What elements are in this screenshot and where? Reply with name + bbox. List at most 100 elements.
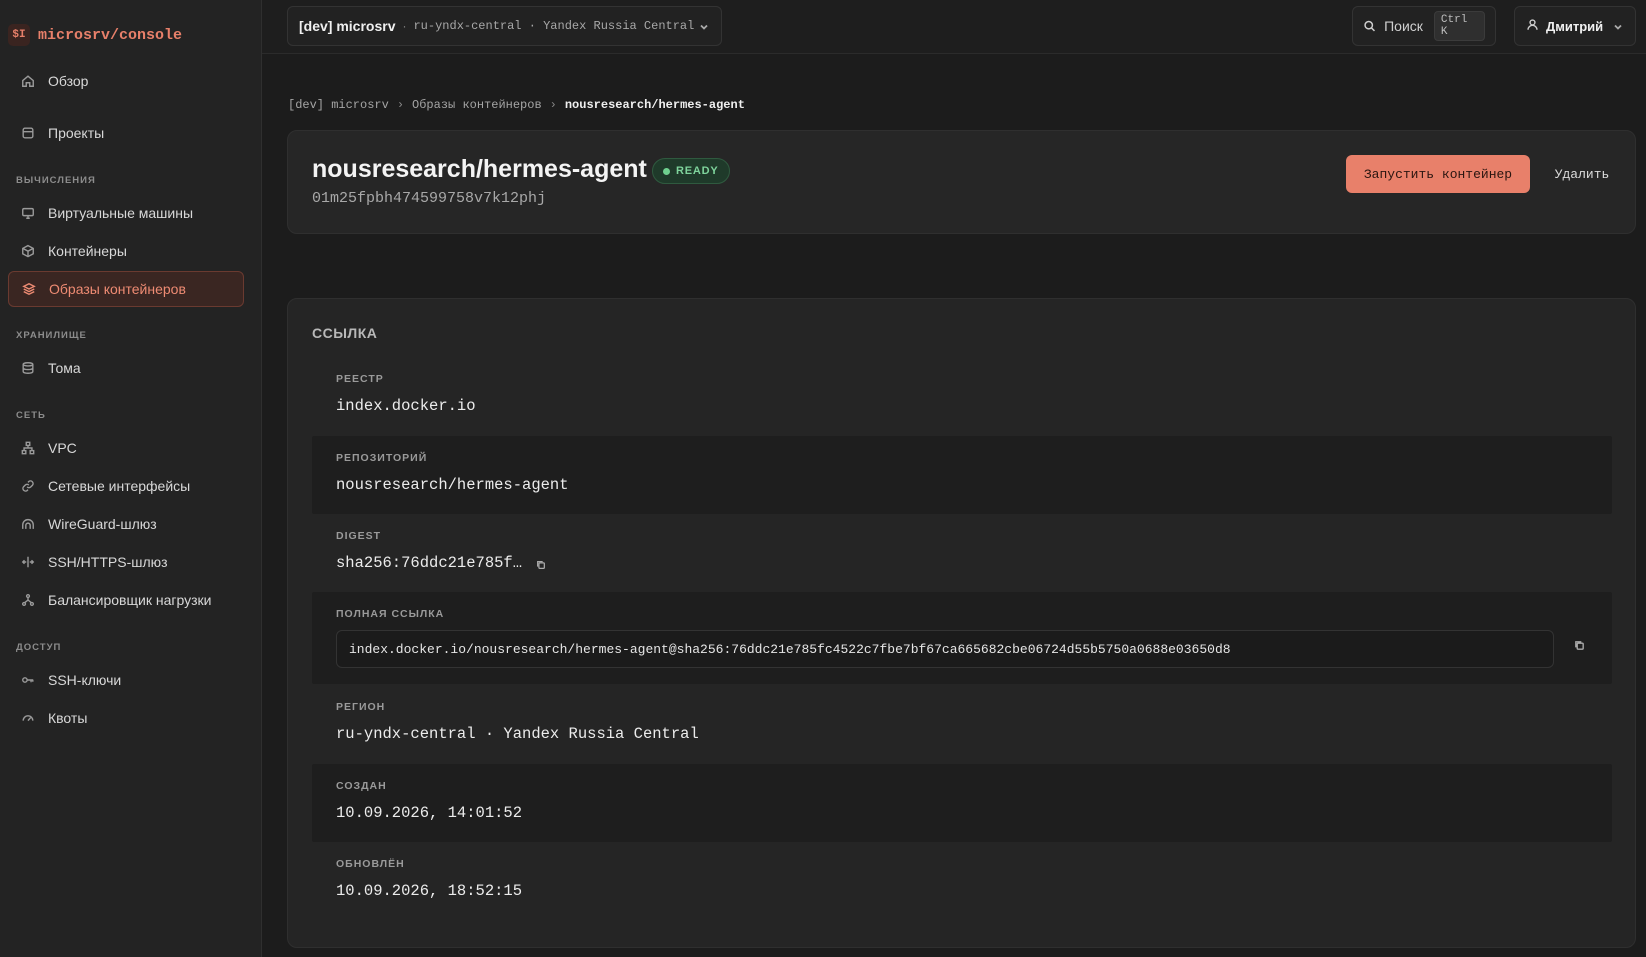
search-label: Поиск xyxy=(1384,18,1423,34)
breadcrumb-separator: › xyxy=(549,98,557,112)
breadcrumb: [dev] microsrv › Образы контейнеров › no… xyxy=(288,98,745,112)
sidebar-item-vpc[interactable]: VPC xyxy=(8,430,244,466)
sidebar-item-wireguard[interactable]: WireGuard-шлюз xyxy=(8,506,244,542)
user-icon xyxy=(1526,18,1546,34)
sidebar-item-vms[interactable]: Виртуальные машины xyxy=(8,195,244,231)
detail-row-full-reference: ПОЛНАЯ ССЫЛКА index.docker.io/nousresear… xyxy=(312,592,1612,684)
sidebar-item-label: Контейнеры xyxy=(48,243,127,259)
search-button[interactable]: Поиск Ctrl K xyxy=(1352,6,1496,46)
region-value: ru-yndx-central · Yandex Russia Central xyxy=(336,725,699,743)
project-region: ru-yndx-central · Yandex Russia Central xyxy=(413,19,695,33)
detail-label: РЕЕСТР xyxy=(336,373,384,385)
sidebar-item-volumes[interactable]: Тома xyxy=(8,350,244,386)
brand-name: microsrv/console xyxy=(38,26,183,44)
section-label-compute: ВЫЧИСЛЕНИЯ xyxy=(16,175,96,186)
detail-label: DIGEST xyxy=(336,530,382,542)
box-icon xyxy=(20,243,36,259)
layers-icon xyxy=(21,281,37,297)
detail-row-created: СОЗДАН 10.09.2026, 14:01:52 xyxy=(312,764,1612,842)
status-dot xyxy=(663,167,670,175)
split-icon xyxy=(20,592,36,608)
breadcrumb-container-images[interactable]: Образы контейнеров xyxy=(412,98,542,112)
detail-label: РЕГИОН xyxy=(336,701,386,713)
reference-card: ССЫЛКА РЕЕСТР index.docker.io РЕПОЗИТОРИ… xyxy=(287,298,1636,948)
status-text: READY xyxy=(676,165,719,177)
digest-value-wrap: sha256:76ddc21e785f… xyxy=(336,554,548,572)
delete-button[interactable]: Удалить xyxy=(1542,155,1622,193)
breadcrumb-separator: › xyxy=(396,98,405,112)
detail-label: СОЗДАН xyxy=(336,780,387,792)
folder-icon xyxy=(20,125,36,141)
sidebar-item-load-balancer[interactable]: Балансировщик нагрузки xyxy=(8,582,244,618)
sidebar-item-containers[interactable]: Контейнеры xyxy=(8,233,244,269)
sidebar-item-label: SSH/HTTPS-шлюз xyxy=(48,554,168,570)
detail-row-repository: РЕПОЗИТОРИЙ nousresearch/hermes-agent xyxy=(312,436,1612,514)
registry-value: index.docker.io xyxy=(336,397,476,415)
arrows-icon xyxy=(20,554,36,570)
tunnel-icon xyxy=(20,516,36,532)
detail-label: ПОЛНАЯ ССЫЛКА xyxy=(336,608,445,620)
detail-row-digest: DIGEST sha256:76ddc21e785f… xyxy=(312,514,1612,592)
copy-icon[interactable] xyxy=(536,557,548,569)
run-container-button[interactable]: Запустить контейнер xyxy=(1346,155,1530,193)
project-name: [dev] microsrv xyxy=(299,18,396,34)
image-id: 01m25fpbh474599758v7k12phj xyxy=(312,190,547,207)
topbar: [dev] microsrv · ru-yndx-central · Yande… xyxy=(262,0,1646,54)
sidebar-item-label: Виртуальные машины xyxy=(48,205,194,221)
sidebar-item-ssh-https-gateway[interactable]: SSH/HTTPS-шлюз xyxy=(8,544,244,580)
section-label-storage: ХРАНИЛИЩЕ xyxy=(16,330,87,341)
sidebar-item-network-interfaces[interactable]: Сетевые интерфейсы xyxy=(8,468,244,504)
sidebar: $I microsrv/console Обзор Проекты ВЫЧИСЛ… xyxy=(0,0,262,957)
sidebar-item-label: VPC xyxy=(48,440,77,456)
monitor-icon xyxy=(20,205,36,221)
project-separator: · xyxy=(402,19,407,33)
image-header-card: nousresearch/hermes-agent READY 01m25fpb… xyxy=(287,130,1636,234)
detail-row-updated: ОБНОВЛЁН 10.09.2026, 18:52:15 xyxy=(312,842,1612,920)
sidebar-item-label: Обзор xyxy=(48,73,89,89)
breadcrumb-project[interactable]: [dev] microsrv xyxy=(288,98,389,112)
gauge-icon xyxy=(20,710,36,726)
created-value: 10.09.2026, 14:01:52 xyxy=(336,804,523,822)
sidebar-item-label: Проекты xyxy=(48,125,105,141)
detail-label: ОБНОВЛЁН xyxy=(336,858,405,870)
section-title: ССЫЛКА xyxy=(312,325,378,341)
key-icon xyxy=(20,672,36,688)
sidebar-item-projects[interactable]: Проекты xyxy=(8,115,244,151)
section-label-network: СЕТЬ xyxy=(16,410,46,421)
copy-icon[interactable] xyxy=(1574,638,1585,654)
section-label-access: ДОСТУП xyxy=(16,642,62,653)
status-badge: READY xyxy=(652,158,730,184)
sidebar-item-label: WireGuard-шлюз xyxy=(48,516,157,532)
sidebar-item-label: Сетевые интерфейсы xyxy=(48,478,191,494)
search-icon xyxy=(1364,20,1375,32)
page-title: nousresearch/hermes-agent xyxy=(312,155,647,183)
database-icon xyxy=(20,360,36,376)
detail-row-region: РЕГИОН ru-yndx-central · Yandex Russia C… xyxy=(312,685,1612,763)
link-icon xyxy=(20,478,36,494)
chevron-down-icon xyxy=(1612,20,1624,32)
sidebar-item-ssh-keys[interactable]: SSH-ключи xyxy=(8,662,244,698)
updated-value: 10.09.2026, 18:52:15 xyxy=(336,882,523,900)
breadcrumb-current: nousresearch/hermes-agent xyxy=(564,98,745,112)
sidebar-item-label: Образы контейнеров xyxy=(49,281,186,297)
brand-logo: $I xyxy=(8,24,30,46)
sidebar-item-quotas[interactable]: Квоты xyxy=(8,700,244,736)
full-reference-field[interactable]: index.docker.io/nousresearch/hermes-agen… xyxy=(336,630,1554,668)
repository-value: nousresearch/hermes-agent xyxy=(336,476,569,494)
digest-value: sha256:76ddc21e785f… xyxy=(336,554,523,572)
sidebar-item-label: Тома xyxy=(48,360,81,376)
network-icon xyxy=(20,440,36,456)
brand[interactable]: $I microsrv/console xyxy=(8,22,182,48)
chevron-down-icon xyxy=(698,20,710,32)
sidebar-item-label: SSH-ключи xyxy=(48,672,122,688)
sidebar-item-label: Балансировщик нагрузки xyxy=(48,592,212,608)
sidebar-item-container-images[interactable]: Образы контейнеров xyxy=(8,271,244,307)
home-icon xyxy=(20,73,36,89)
sidebar-item-label: Квоты xyxy=(48,710,88,726)
project-switcher[interactable]: [dev] microsrv · ru-yndx-central · Yande… xyxy=(287,6,722,46)
user-menu[interactable]: Дмитрий xyxy=(1514,6,1636,46)
detail-label: РЕПОЗИТОРИЙ xyxy=(336,452,428,464)
user-name: Дмитрий xyxy=(1546,18,1604,34)
sidebar-item-overview[interactable]: Обзор xyxy=(8,63,244,99)
detail-row-registry: РЕЕСТР index.docker.io xyxy=(312,357,1612,435)
